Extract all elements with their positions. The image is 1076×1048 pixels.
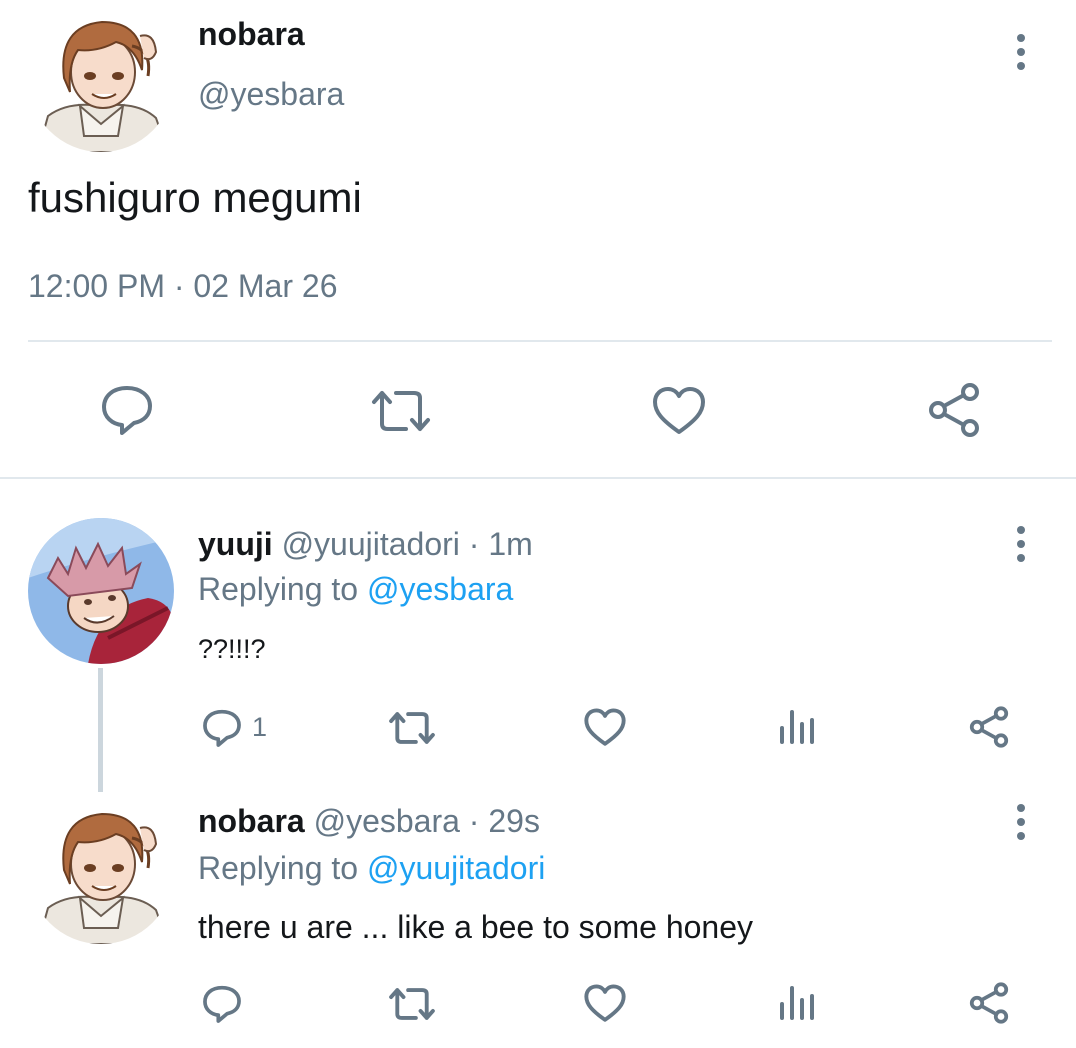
- heart-icon: [584, 984, 626, 1022]
- reply1-display-name[interactable]: yuuji: [198, 526, 273, 562]
- reply2-handle[interactable]: @yesbara: [314, 803, 460, 839]
- analytics-icon: [780, 710, 814, 744]
- retweet-icon: [389, 988, 435, 1020]
- reply1-time[interactable]: 1m: [488, 526, 532, 562]
- share-button[interactable]: [968, 706, 1010, 748]
- share-button[interactable]: [926, 382, 982, 438]
- reply2-separator: ·: [468, 803, 480, 839]
- heart-icon: [653, 387, 705, 434]
- heart-icon: [584, 708, 626, 746]
- more-icon[interactable]: [1011, 804, 1031, 844]
- retweet-icon: [389, 712, 435, 744]
- reply1-header: yuuji @yuujitadori · 1m: [198, 526, 533, 563]
- like-button[interactable]: [584, 984, 626, 1023]
- reply2-header: nobara @yesbara · 29s: [198, 803, 540, 840]
- more-icon[interactable]: [1011, 34, 1031, 74]
- reply1-handle[interactable]: @yuujitadori: [282, 526, 460, 562]
- retweet-button[interactable]: [370, 388, 432, 434]
- reply-icon: [203, 985, 241, 1023]
- replying-prefix: Replying to: [198, 571, 359, 607]
- reply-button[interactable]: [202, 984, 242, 1024]
- main-timestamp[interactable]: 12:00 PM · 02 Mar 26: [28, 268, 337, 305]
- thread-line: [98, 668, 103, 792]
- avatar-yuuji-illustration: [28, 518, 174, 664]
- replying-to-link[interactable]: @yuujitadori: [367, 850, 545, 886]
- main-handle[interactable]: @yesbara: [198, 76, 344, 113]
- reply1-text: ??!!!?: [198, 634, 266, 664]
- share-icon: [969, 706, 1009, 748]
- like-button[interactable]: [652, 386, 706, 436]
- reply-count: 1: [252, 712, 268, 742]
- replying-to-link[interactable]: @yesbara: [367, 571, 513, 607]
- reply2-display-name[interactable]: nobara: [198, 803, 305, 839]
- reply2-replying-to: Replying to @yuujitadori: [198, 850, 545, 887]
- avatar-nobara-illustration: [28, 6, 174, 152]
- avatar-nobara[interactable]: [28, 798, 174, 944]
- reply2-text: there u are ... like a bee to some honey: [198, 909, 753, 945]
- retweet-button[interactable]: [388, 710, 436, 746]
- retweet-icon: [372, 391, 430, 431]
- more-icon[interactable]: [1011, 526, 1031, 566]
- avatar-nobara[interactable]: [28, 6, 174, 152]
- reply1-replying-to: Replying to @yesbara: [198, 571, 513, 608]
- share-icon: [969, 982, 1009, 1024]
- avatar-nobara-illustration: [28, 798, 174, 944]
- share-icon: [929, 383, 979, 437]
- analytics-button[interactable]: [778, 984, 816, 1022]
- main-tweet-text: fushiguro megumi: [28, 174, 362, 221]
- avatar-yuuji[interactable]: [28, 518, 174, 664]
- divider: [28, 340, 1052, 342]
- share-button[interactable]: [968, 982, 1010, 1024]
- main-display-name[interactable]: nobara: [198, 16, 305, 53]
- reply-icon: [203, 709, 241, 747]
- reply-button[interactable]: [202, 708, 242, 748]
- reply1-separator: ·: [468, 526, 480, 562]
- analytics-icon: [780, 986, 814, 1020]
- section-divider: [0, 477, 1076, 479]
- retweet-button[interactable]: [388, 986, 436, 1022]
- reply-icon: [102, 386, 152, 435]
- reply-button[interactable]: [100, 384, 154, 436]
- analytics-button[interactable]: [778, 708, 816, 746]
- like-button[interactable]: [584, 708, 626, 747]
- replying-prefix: Replying to: [198, 850, 359, 886]
- reply2-time[interactable]: 29s: [488, 803, 540, 839]
